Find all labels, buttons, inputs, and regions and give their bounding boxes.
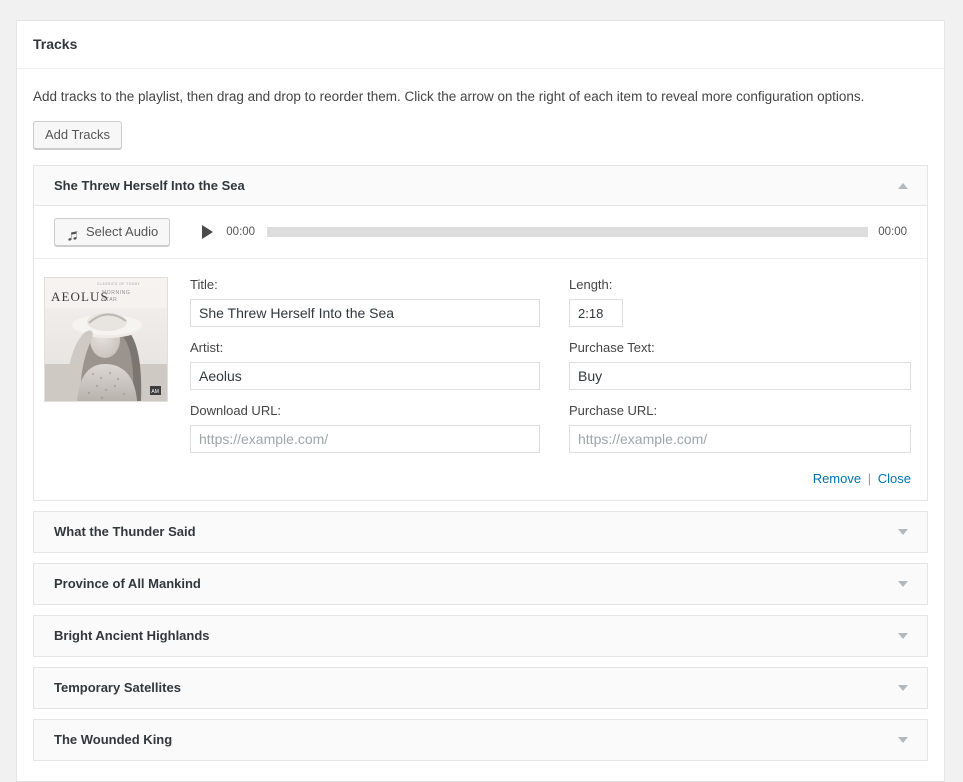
tracks-metabox: Tracks Add tracks to the playlist, then …	[16, 20, 945, 782]
artist-input[interactable]	[190, 362, 540, 391]
track-header[interactable]: She Threw Herself Into the Sea	[34, 166, 927, 207]
remove-track-link[interactable]: Remove	[813, 471, 861, 486]
svg-text:STAR: STAR	[102, 297, 117, 303]
download-url-label: Download URL:	[190, 403, 282, 419]
title-input[interactable]	[190, 299, 540, 328]
track-item-expanded: She Threw Herself Into the Sea Select Au…	[33, 165, 928, 501]
track-title-label: Province of All Mankind	[54, 576, 201, 592]
triangle-up-icon[interactable]	[893, 176, 913, 196]
track-fields-left-column: Title: Artist: Download URL:	[190, 277, 540, 453]
track-title-label: What the Thunder Said	[54, 524, 196, 540]
track-title-label: The Wounded King	[54, 732, 173, 748]
select-audio-button[interactable]: Select Audio	[54, 218, 171, 247]
album-artwork-thumbnail[interactable]: AEOLUS MORNING STAR CLASSICS OF TODAY AM	[44, 277, 168, 403]
track-fields: Title: Artist: Download URL:	[190, 277, 911, 453]
metabox-header: Tracks	[17, 21, 944, 69]
select-audio-label: Select Audio	[86, 224, 159, 240]
intro-description: Add tracks to the playlist, then drag an…	[33, 89, 865, 104]
player-current-time: 00:00	[226, 226, 256, 239]
player-duration: 00:00	[878, 226, 907, 239]
title-label: Title:	[190, 277, 218, 293]
close-track-link[interactable]: Close	[878, 471, 911, 486]
triangle-down-icon[interactable]	[893, 522, 913, 542]
track-fields-right-column: Length: Purchase Text: Purchase URL:	[569, 277, 911, 453]
track-item-collapsed: What the Thunder Said	[33, 510, 928, 553]
download-url-field-group: Download URL:	[190, 403, 540, 453]
add-tracks-wrap: Add Tracks	[33, 121, 928, 150]
purchase-url-input[interactable]	[569, 424, 911, 453]
svg-text:AEOLUS: AEOLUS	[51, 289, 109, 304]
metabox-body: Add tracks to the playlist, then drag an…	[17, 69, 944, 781]
track-header[interactable]: What the Thunder Said	[34, 511, 927, 552]
add-tracks-button[interactable]: Add Tracks	[33, 121, 123, 150]
track-header[interactable]: Province of All Mankind	[34, 563, 927, 604]
track-item-collapsed: Temporary Satellites	[33, 666, 928, 709]
purchase-text-input[interactable]	[569, 362, 911, 391]
purchase-url-label: Purchase URL:	[569, 403, 658, 419]
purchase-text-field-group: Purchase Text:	[569, 340, 911, 391]
triangle-down-icon[interactable]	[893, 678, 913, 698]
svg-text:MORNING: MORNING	[102, 290, 130, 296]
purchase-url-field-group: Purchase URL:	[569, 403, 911, 453]
length-field-group: Length:	[569, 277, 911, 328]
track-header[interactable]: Temporary Satellites	[34, 667, 927, 708]
length-input[interactable]	[569, 299, 623, 328]
triangle-down-icon[interactable]	[893, 574, 913, 594]
track-title-label: Temporary Satellites	[54, 680, 181, 696]
track-details: AEOLUS MORNING STAR CLASSICS OF TODAY AM	[34, 259, 927, 463]
svg-text:AM: AM	[151, 389, 159, 395]
track-item-collapsed: Bright Ancient Highlands	[33, 614, 928, 657]
track-item-collapsed: Province of All Mankind	[33, 562, 928, 605]
audio-player-row: Select Audio 00:00 00:00	[34, 206, 927, 260]
track-item-collapsed: The Wounded King	[33, 718, 928, 761]
tracks-list: She Threw Herself Into the Sea Select Au…	[33, 165, 928, 761]
media-player: 00:00 00:00	[198, 221, 907, 243]
music-note-icon	[66, 226, 79, 241]
track-header[interactable]: Bright Ancient Highlands	[34, 615, 927, 656]
player-progress-rail[interactable]	[267, 227, 869, 238]
purchase-text-label: Purchase Text:	[569, 340, 655, 356]
length-label: Length:	[569, 277, 613, 293]
actions-separator: |	[867, 470, 872, 486]
svg-text:CLASSICS OF TODAY: CLASSICS OF TODAY	[97, 282, 140, 286]
track-title-label: Bright Ancient Highlands	[54, 628, 210, 644]
play-icon[interactable]	[198, 223, 216, 241]
download-url-input[interactable]	[190, 424, 540, 453]
artist-field-group: Artist:	[190, 340, 540, 391]
track-header[interactable]: The Wounded King	[34, 719, 927, 760]
page-title: Tracks	[33, 35, 78, 52]
track-actions: Remove | Close	[34, 463, 927, 500]
triangle-down-icon[interactable]	[893, 730, 913, 750]
track-title-label: She Threw Herself Into the Sea	[54, 178, 245, 194]
artist-label: Artist:	[190, 340, 224, 356]
title-field-group: Title:	[190, 277, 540, 328]
triangle-down-icon[interactable]	[893, 626, 913, 646]
